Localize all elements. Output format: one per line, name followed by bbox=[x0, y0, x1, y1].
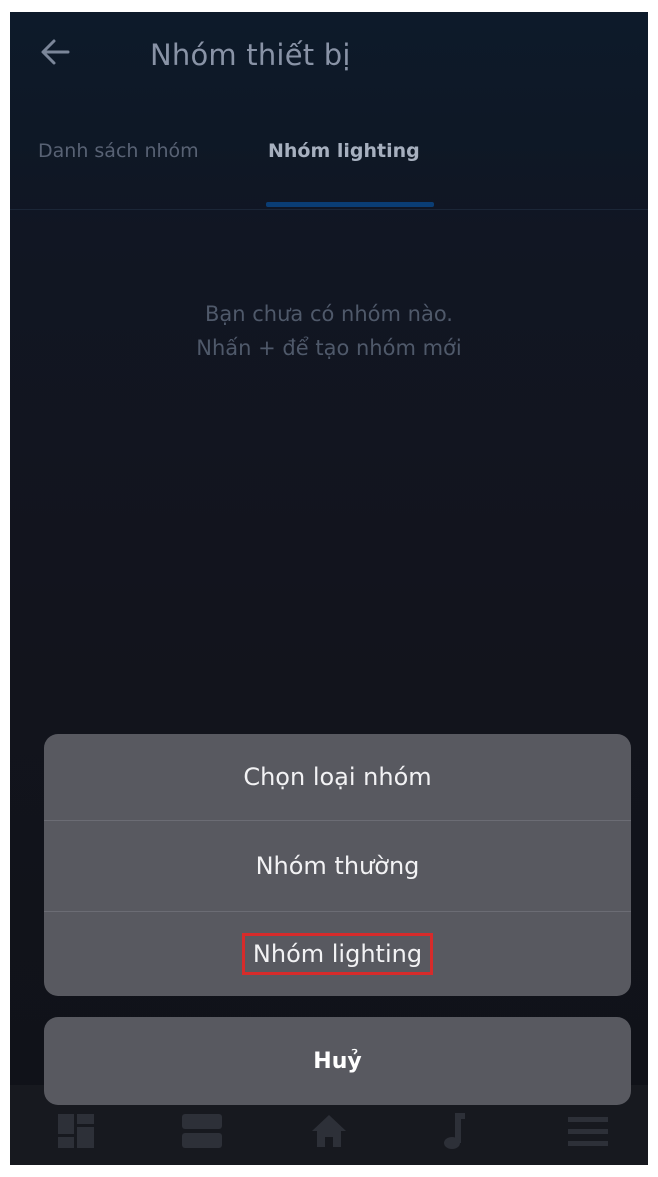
nav-home[interactable] bbox=[307, 1111, 351, 1151]
cancel-button[interactable]: Huỷ bbox=[44, 1017, 631, 1105]
back-button[interactable] bbox=[34, 30, 78, 74]
arrow-left-icon bbox=[41, 39, 70, 65]
rooms-icon bbox=[182, 1114, 222, 1148]
option-lighting-group-label: Nhóm lighting bbox=[241, 933, 434, 975]
active-tab-indicator bbox=[266, 202, 434, 207]
home-icon bbox=[312, 1115, 346, 1147]
nav-rooms[interactable] bbox=[180, 1111, 224, 1151]
empty-state-message: Bạn chưa có nhóm nào. Nhấn + để tạo nhóm… bbox=[10, 297, 648, 365]
group-type-action-sheet: Chọn loại nhóm Nhóm thường Nhóm lighting bbox=[44, 734, 631, 996]
app-screen: Nhóm thiết bị Danh sách nhóm Nhóm lighti… bbox=[10, 12, 648, 1165]
page-title: Nhóm thiết bị bbox=[150, 38, 351, 72]
dashboard-icon bbox=[58, 1114, 94, 1148]
nav-dashboard[interactable] bbox=[54, 1111, 98, 1151]
tab-lighting-group[interactable]: Nhóm lighting bbox=[268, 140, 420, 162]
option-lighting-group[interactable]: Nhóm lighting bbox=[44, 912, 631, 996]
action-sheet-title: Chọn loại nhóm bbox=[243, 763, 432, 791]
nav-music[interactable] bbox=[433, 1111, 477, 1151]
app-header: Nhóm thiết bị bbox=[10, 12, 648, 97]
option-normal-group[interactable]: Nhóm thường bbox=[44, 821, 631, 911]
empty-state-line-1: Bạn chưa có nhóm nào. bbox=[205, 302, 453, 326]
tab-group-list[interactable]: Danh sách nhóm bbox=[38, 140, 199, 162]
menu-icon bbox=[568, 1117, 608, 1146]
nav-menu[interactable] bbox=[566, 1111, 610, 1151]
music-note-icon bbox=[444, 1113, 465, 1149]
option-normal-group-label: Nhóm thường bbox=[255, 852, 420, 880]
empty-state-line-2: Nhấn + để tạo nhóm mới bbox=[196, 336, 462, 360]
tab-bar: Danh sách nhóm Nhóm lighting bbox=[10, 130, 648, 210]
